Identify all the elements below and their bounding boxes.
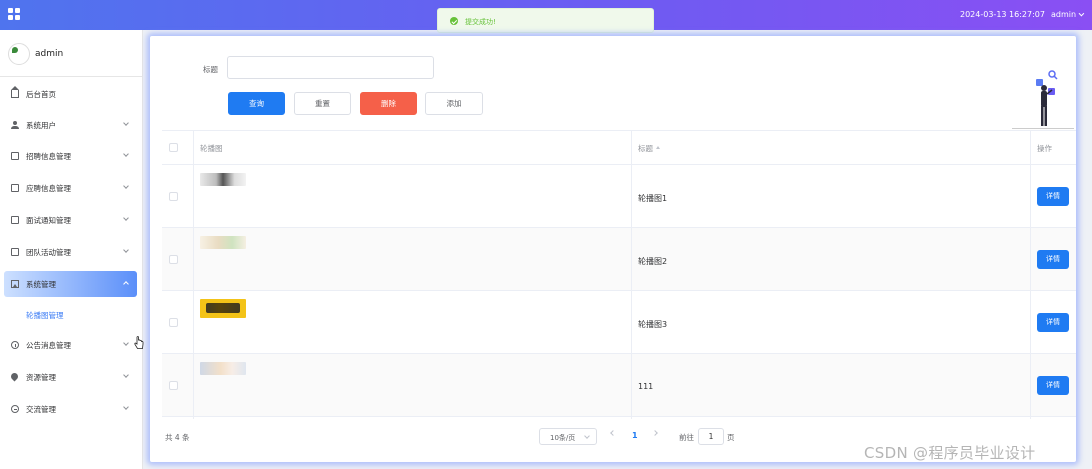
sort-icon[interactable] xyxy=(656,145,660,149)
goto-page-input[interactable]: 1 xyxy=(698,428,724,445)
sidebar-item-label: 系统用户 xyxy=(26,121,56,130)
query-button[interactable]: 查询 xyxy=(228,92,285,115)
sidebar-item-label: 系统管理 xyxy=(26,280,56,289)
datetime-display: 2024-03-13 16:27:07 xyxy=(960,10,1045,19)
sidebar-item-label: 资源管理 xyxy=(26,373,56,382)
title-search-input[interactable] xyxy=(227,56,434,79)
carousel-table: 轮播图 标题 操作 轮播图1 详情 轮播图2 详情 轮播图3 详情 111 详情 xyxy=(162,130,1076,419)
search-title-label: 标题 xyxy=(203,65,218,74)
sidebar-subitem-carousel[interactable]: 轮播图管理 xyxy=(26,310,64,321)
chevron-down-icon xyxy=(123,183,129,189)
sidebar-item-label: 后台首页 xyxy=(26,90,56,99)
sidebar-item-team-activities[interactable]: 团队活动管理 xyxy=(4,239,137,265)
row-checkbox[interactable] xyxy=(169,192,178,201)
success-check-icon xyxy=(450,17,458,25)
sidebar-item-label: 面试通知管理 xyxy=(26,216,71,225)
row-title: 轮播图1 xyxy=(638,194,668,203)
sidebar-item-label: 应聘信息管理 xyxy=(26,184,71,193)
column-header-actions: 操作 xyxy=(1037,144,1052,153)
prev-page-icon[interactable] xyxy=(610,430,616,436)
avatar xyxy=(8,43,30,65)
carousel-thumbnail xyxy=(200,236,246,249)
page-size-select[interactable]: 10条/页 xyxy=(539,428,597,445)
next-page-icon[interactable] xyxy=(652,430,658,436)
add-button[interactable]: 添加 xyxy=(425,92,483,115)
sidebar-item-announcements[interactable]: 公告消息管理 xyxy=(4,332,137,358)
sidebar-item-communication[interactable]: 交流管理 xyxy=(4,396,137,422)
watermark-text: CSDN @程序员毕业设计 xyxy=(864,444,1036,462)
toast-message: 提交成功! xyxy=(465,18,496,26)
location-icon xyxy=(9,371,20,382)
menu-grid-icon[interactable] xyxy=(8,8,21,21)
carousel-thumbnail xyxy=(200,362,246,375)
sidebar-item-label: 交流管理 xyxy=(26,405,56,414)
sidebar-item-label: 公告消息管理 xyxy=(26,341,71,350)
row-title: 111 xyxy=(638,382,654,391)
row-title: 轮播图3 xyxy=(638,320,668,329)
table-row: 111 详情 xyxy=(162,354,1076,417)
sidebar-item-system-users[interactable]: 系统用户 xyxy=(4,112,137,138)
column-divider xyxy=(193,131,194,419)
column-header-title[interactable]: 标题 xyxy=(638,143,660,154)
success-toast: 提交成功! xyxy=(437,8,654,33)
goto-label: 前往 xyxy=(679,433,694,442)
chevron-down-icon xyxy=(123,340,129,346)
sidebar-item-home[interactable]: 后台首页 xyxy=(4,81,137,107)
detail-button[interactable]: 详情 xyxy=(1037,313,1069,332)
document-icon xyxy=(11,184,19,192)
chat-icon xyxy=(11,405,19,413)
reset-button[interactable]: 重置 xyxy=(294,92,351,115)
document-icon xyxy=(11,216,19,224)
chevron-down-icon xyxy=(123,247,129,253)
page-number-current[interactable]: 1 xyxy=(632,431,638,440)
chevron-down-icon xyxy=(123,404,129,410)
chevron-down-icon xyxy=(123,151,129,157)
chevron-down-icon xyxy=(123,120,129,126)
info-icon xyxy=(11,341,19,349)
sidebar-item-label: 团队活动管理 xyxy=(26,248,71,257)
main-panel: 标题 查询 重置 删除 添加 轮播图 标题 操作 轮播图1 详情 轮播图2 详情… xyxy=(150,36,1076,462)
chevron-up-icon xyxy=(123,281,129,287)
sidebar-item-system-management[interactable]: 系统管理 xyxy=(4,271,137,297)
column-header-image: 轮播图 xyxy=(200,144,223,153)
table-row: 轮播图3 详情 xyxy=(162,291,1076,354)
goto-unit-label: 页 xyxy=(727,433,735,442)
row-checkbox[interactable] xyxy=(169,381,178,390)
sidebar-username: admin xyxy=(35,49,64,59)
sidebar-user-panel: admin xyxy=(0,30,143,77)
sidebar-item-label: 招聘信息管理 xyxy=(26,152,71,161)
document-icon xyxy=(11,152,19,160)
chevron-down-icon xyxy=(123,215,129,221)
sidebar-item-resources[interactable]: 资源管理 xyxy=(4,364,137,390)
detail-button[interactable]: 详情 xyxy=(1037,376,1069,395)
table-row: 轮播图2 详情 xyxy=(162,228,1076,291)
table-row: 轮播图1 详情 xyxy=(162,165,1076,228)
user-dropdown[interactable]: admin xyxy=(1051,10,1082,19)
sidebar-item-recruitment[interactable]: 招聘信息管理 xyxy=(4,143,137,169)
user-icon xyxy=(11,121,19,129)
carousel-thumbnail xyxy=(200,299,246,318)
home-icon xyxy=(11,86,19,98)
column-divider xyxy=(1030,131,1031,419)
document-icon xyxy=(11,248,19,256)
sidebar-item-applications[interactable]: 应聘信息管理 xyxy=(4,175,137,201)
detail-button[interactable]: 详情 xyxy=(1037,187,1069,206)
search-illustration xyxy=(1012,70,1074,129)
select-all-checkbox[interactable] xyxy=(169,143,178,152)
column-header-title-label: 标题 xyxy=(638,144,653,153)
sidebar-item-interviews[interactable]: 面试通知管理 xyxy=(4,207,137,233)
carousel-thumbnail xyxy=(200,173,246,186)
chevron-down-icon xyxy=(123,372,129,378)
row-checkbox[interactable] xyxy=(169,318,178,327)
row-checkbox[interactable] xyxy=(169,255,178,264)
pagination-total: 共 4 条 xyxy=(165,433,190,442)
row-title: 轮播图2 xyxy=(638,257,668,266)
delete-button[interactable]: 删除 xyxy=(360,92,417,115)
detail-button[interactable]: 详情 xyxy=(1037,250,1069,269)
hand-cursor-icon xyxy=(134,336,144,349)
picture-icon xyxy=(11,280,19,288)
table-header: 轮播图 标题 操作 xyxy=(162,131,1076,165)
sidebar: admin 后台首页 系统用户 招聘信息管理 应聘信息管理 面试通知管理 团队活… xyxy=(0,30,143,469)
column-divider xyxy=(631,131,632,419)
